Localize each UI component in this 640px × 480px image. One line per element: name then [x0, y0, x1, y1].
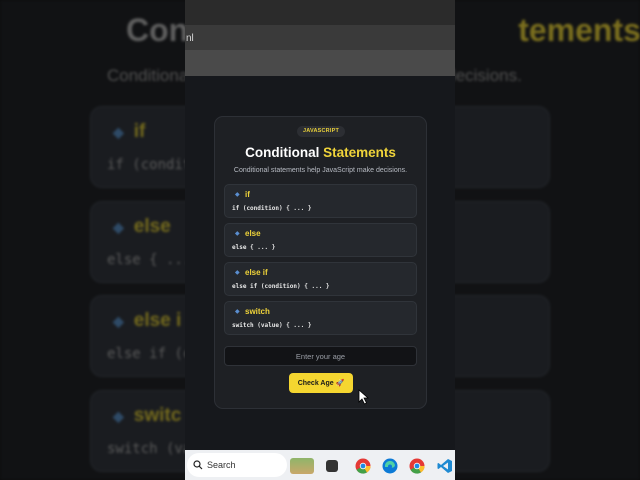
page-title: Conditional Statements: [245, 145, 396, 160]
search-icon: [193, 460, 203, 470]
chrome-profile-icon[interactable]: [409, 458, 425, 474]
statement-code: switch (value) { ... }: [232, 322, 312, 329]
bullet-icon: ◆: [235, 192, 240, 198]
search-label: Search: [207, 460, 236, 470]
taskbar-search-box[interactable]: Search: [187, 453, 287, 477]
bullet-icon: ◆: [235, 270, 240, 276]
chrome-icon[interactable]: [355, 458, 371, 474]
page-subtitle: Conditional statements help JavaScript m…: [233, 167, 408, 174]
statement-item-switch: ◆ switch switch (value) { ... }: [224, 301, 417, 335]
file-explorer-icon[interactable]: [326, 460, 338, 472]
edge-icon[interactable]: [382, 458, 398, 474]
age-input[interactable]: [224, 346, 417, 366]
browser-viewport: nl JAVASCRIPT Conditional Statements Con…: [185, 0, 455, 480]
statement-item-if: ◆ if if (condition) { ... }: [224, 184, 417, 218]
conditional-statements-card: JAVASCRIPT Conditional Statements Condit…: [214, 116, 427, 409]
mouse-cursor-icon: [358, 389, 370, 405]
statement-item-else: ◆ else else { ... }: [224, 223, 417, 257]
check-age-button[interactable]: Check Age 🚀: [289, 373, 353, 393]
browser-top-bar: [185, 0, 455, 25]
widgets-icon[interactable]: [290, 458, 314, 474]
bullet-icon: ◆: [235, 309, 240, 315]
statement-code: if (condition) { ... }: [232, 205, 312, 212]
statement-keyword: else: [245, 229, 261, 238]
browser-toolbar: [185, 50, 455, 76]
taskbar: Search: [185, 450, 455, 480]
statement-keyword: switch: [245, 307, 270, 316]
statement-keyword: else if: [245, 268, 268, 277]
statement-code: else if (condition) { ... }: [232, 283, 330, 290]
javascript-badge: JAVASCRIPT: [297, 126, 345, 137]
statement-keyword: if: [245, 190, 250, 199]
vscode-icon[interactable]: [437, 458, 453, 474]
statement-code: else { ... }: [232, 244, 276, 251]
bullet-icon: ◆: [235, 231, 240, 237]
statement-item-else-if: ◆ else if else if (condition) { ... }: [224, 262, 417, 296]
address-bar[interactable]: nl: [185, 25, 455, 50]
